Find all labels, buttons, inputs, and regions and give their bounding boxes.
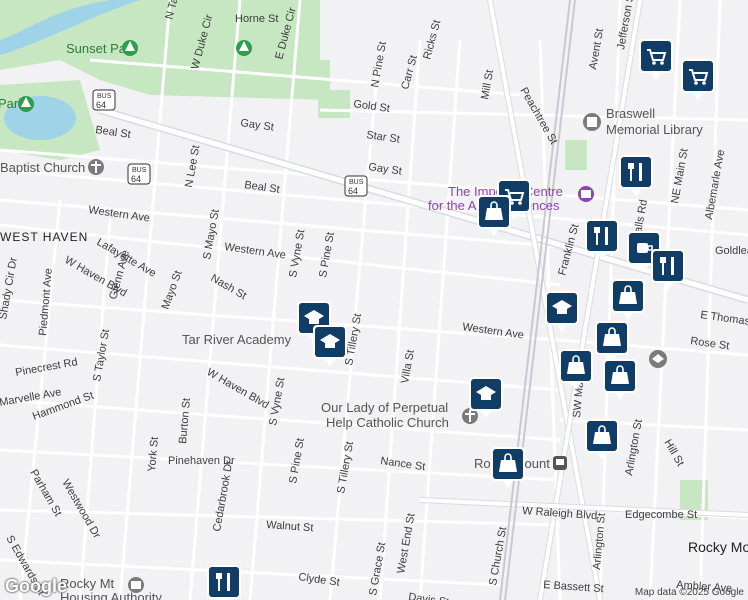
street-label: Gay St xyxy=(368,161,403,178)
street-label: Gay St xyxy=(240,117,275,134)
housing-label-1: Rocky Mt xyxy=(60,576,115,591)
street-label: Western Ave xyxy=(88,204,151,225)
our-lady-label-2: Help Catholic Church xyxy=(326,415,449,430)
map-marker-cart-icon[interactable] xyxy=(681,59,715,100)
street-label: E Thomas St xyxy=(700,309,748,330)
street-label: Piedmont Ave xyxy=(37,268,55,336)
google-logo: Google xyxy=(5,576,67,596)
street-label: Western Ave xyxy=(224,241,287,262)
street-label: Arlington St xyxy=(623,418,645,476)
street-label: Mayo St xyxy=(160,269,185,311)
route-64-shield: BUS 64 xyxy=(344,175,368,197)
svg-text:64: 64 xyxy=(131,174,141,184)
street-label: W Haven Blvd xyxy=(205,366,271,411)
street-label: S Vyne St xyxy=(287,229,307,279)
street-label: Horne St xyxy=(235,13,278,25)
west-haven-label: WEST HAVEN xyxy=(0,230,88,244)
street-label: Hill St xyxy=(661,438,686,469)
braswell-label-2: Memorial Library xyxy=(606,122,703,137)
church-icon[interactable] xyxy=(88,159,104,175)
street-label: Beal St xyxy=(95,124,132,141)
map-marker-bag-icon[interactable] xyxy=(491,447,525,488)
map-marker-fork-knife-icon[interactable] xyxy=(207,565,241,600)
street-label: Cedarbrook Dr xyxy=(211,459,235,532)
braswell-label-1: Braswell xyxy=(606,106,655,121)
park-icon[interactable] xyxy=(236,40,252,56)
street-label: Albemarle Ave xyxy=(703,149,727,221)
map-canvas[interactable]: Horne StW Duke CirE Duke CirN Taylor StR… xyxy=(0,0,748,600)
street-label: Davis St xyxy=(408,591,450,600)
street-label: S Pine St xyxy=(317,231,337,278)
route-64-shield: BUS 64 xyxy=(92,89,116,111)
svg-text:BUS: BUS xyxy=(97,93,112,100)
map-marker-bag-icon[interactable] xyxy=(559,349,593,390)
our-lady-label-1: Our Lady of Perpetual xyxy=(321,400,448,415)
street-label: Westwood Dr xyxy=(59,478,102,541)
library-icon[interactable] xyxy=(583,113,601,131)
street-label: Ricks St xyxy=(421,19,443,61)
rocky-mount-city-label: Rocky Mount xyxy=(688,539,748,555)
street-label: Gold St xyxy=(353,98,391,115)
street-label: Western Ave xyxy=(462,321,525,342)
museum-icon[interactable] xyxy=(578,186,594,202)
street-label: York St xyxy=(146,436,161,472)
street-label: Beal St xyxy=(244,179,281,196)
map-svg: Horne StW Duke CirE Duke CirN Taylor StR… xyxy=(0,0,748,600)
street-label: Burton St xyxy=(177,398,193,445)
street-label: S Taylor St xyxy=(91,328,112,382)
map-marker-school-icon[interactable] xyxy=(313,325,347,366)
street-label: Clyde St xyxy=(298,571,341,589)
street-label: S Pine St xyxy=(287,437,307,484)
street-label: Mill St xyxy=(479,69,496,101)
street-label: Walnut St xyxy=(266,519,314,534)
street-label: Avent St xyxy=(587,28,606,71)
street-label: Edgecombe St xyxy=(625,509,697,521)
map-marker-bag-icon[interactable] xyxy=(585,419,619,460)
park-icon[interactable] xyxy=(122,40,138,56)
tar-river-academy-label: Tar River Academy xyxy=(182,332,292,347)
map-marker-cart-icon[interactable] xyxy=(639,39,673,80)
street-label: Goldleaf St xyxy=(715,245,748,257)
street-label: Glenn Ave xyxy=(107,249,132,301)
svg-text:BUS: BUS xyxy=(132,167,147,174)
school-round-icon[interactable] xyxy=(649,350,667,368)
train-station-icon[interactable] xyxy=(553,456,567,470)
baptist-church-label: Baptist Church xyxy=(0,160,85,175)
map-attribution: Map data ©2025 Google xyxy=(634,587,744,598)
street-label: S Grace St xyxy=(367,541,388,596)
map-marker-fork-knife-icon[interactable] xyxy=(619,155,653,196)
government-icon[interactable] xyxy=(128,577,144,593)
svg-text:64: 64 xyxy=(348,186,358,196)
map-marker-bag-icon[interactable] xyxy=(611,279,645,320)
street-label: N Pine St xyxy=(369,41,389,89)
svg-text:BUS: BUS xyxy=(349,179,364,186)
route-64-shield: BUS 64 xyxy=(127,163,151,185)
map-marker-bag-icon[interactable] xyxy=(595,321,629,362)
park-icon[interactable] xyxy=(18,96,34,112)
svg-text:64: 64 xyxy=(96,100,106,110)
street-label: Shady Cir Dr xyxy=(0,256,20,320)
street-label: Pinecrest Rd xyxy=(14,356,78,379)
housing-label-2: Housing Authority xyxy=(60,590,162,600)
